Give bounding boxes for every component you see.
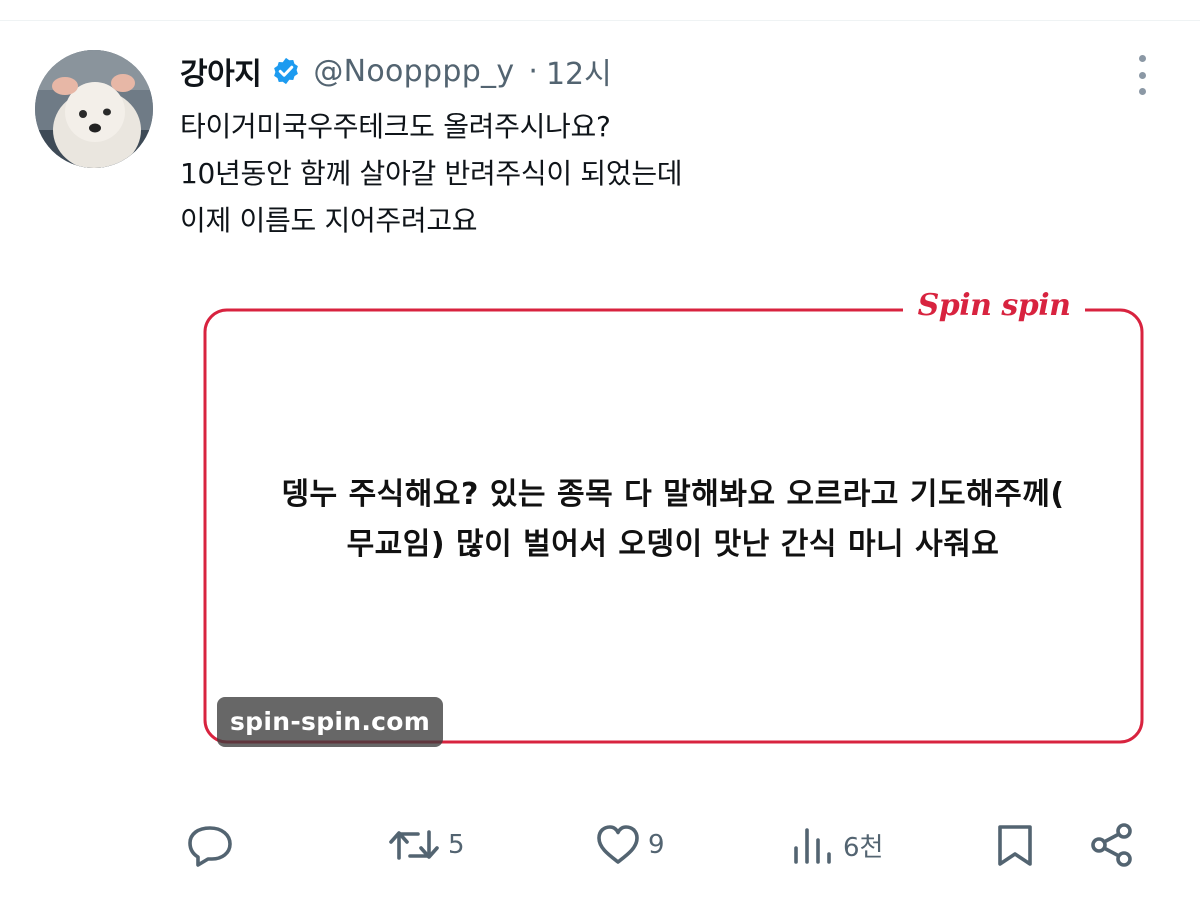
- media-message-line: 뎅누 주식해요? 있는 종목 다 말해봐요 오르라고 기도해주께(: [281, 477, 1065, 512]
- reply-icon: [188, 826, 232, 867]
- share-button[interactable]: [1088, 822, 1136, 868]
- views-count: 6천: [843, 832, 884, 863]
- verified-badge-icon: [274, 57, 299, 85]
- views-button[interactable]: 6천: [789, 822, 883, 868]
- dog-avatar-image: [35, 50, 153, 168]
- separator-dot: ·: [528, 53, 538, 89]
- tweet-text: 타이거미국우주테크도 올려주시나요? 10년동안 함께 살아갈 반려주식이 되었…: [180, 103, 683, 244]
- user-handle[interactable]: @Noopppp_y: [313, 54, 514, 89]
- tweet-text-line: 타이거미국우주테크도 올려주시나요?: [180, 110, 611, 143]
- tweet-text-line: 이제 이름도 지어주려고요: [180, 204, 478, 237]
- avatar[interactable]: [35, 50, 153, 168]
- tweet-text-line: 10년동안 함께 살아갈 반려주식이 되었는데: [180, 157, 683, 190]
- retweet-count: 5: [448, 830, 465, 860]
- media-message-line: 무교임) 많이 벌어서 오뎅이 맛난 간식 마니 사줘요: [346, 527, 1000, 562]
- top-divider: [0, 20, 1200, 21]
- bookmark-icon: [998, 825, 1032, 866]
- spin-spin-logo: Spin spin: [903, 288, 1085, 323]
- heart-icon: [597, 825, 639, 864]
- bookmark-button[interactable]: [993, 822, 1037, 868]
- display-name[interactable]: 강아지: [180, 49, 262, 93]
- more-options-button[interactable]: [1130, 55, 1154, 95]
- more-dot-icon: [1138, 55, 1146, 62]
- share-icon: [1091, 823, 1132, 867]
- retweet-button[interactable]: 5: [386, 822, 465, 868]
- tweet-media-image[interactable]: Spin spin 뎅누 주식해요? 있는 종목 다 말해봐요 오르라고 기도해…: [182, 266, 1164, 784]
- reply-button[interactable]: [186, 822, 234, 868]
- source-badge[interactable]: spin-spin.com: [217, 697, 444, 747]
- more-dot-icon: [1138, 71, 1146, 79]
- more-dot-icon: [1138, 88, 1146, 95]
- timestamp[interactable]: 12시: [546, 49, 612, 93]
- like-button[interactable]: 9: [594, 822, 665, 868]
- views-icon: [794, 828, 831, 864]
- media-message: 뎅누 주식해요? 있는 종목 다 말해봐요 오르라고 기도해주께( 무교임) 많…: [182, 470, 1164, 570]
- like-count: 9: [648, 830, 665, 860]
- retweet-icon: [389, 830, 439, 860]
- tweet-header: 강아지 @Noopppp_y · 12시: [180, 48, 612, 94]
